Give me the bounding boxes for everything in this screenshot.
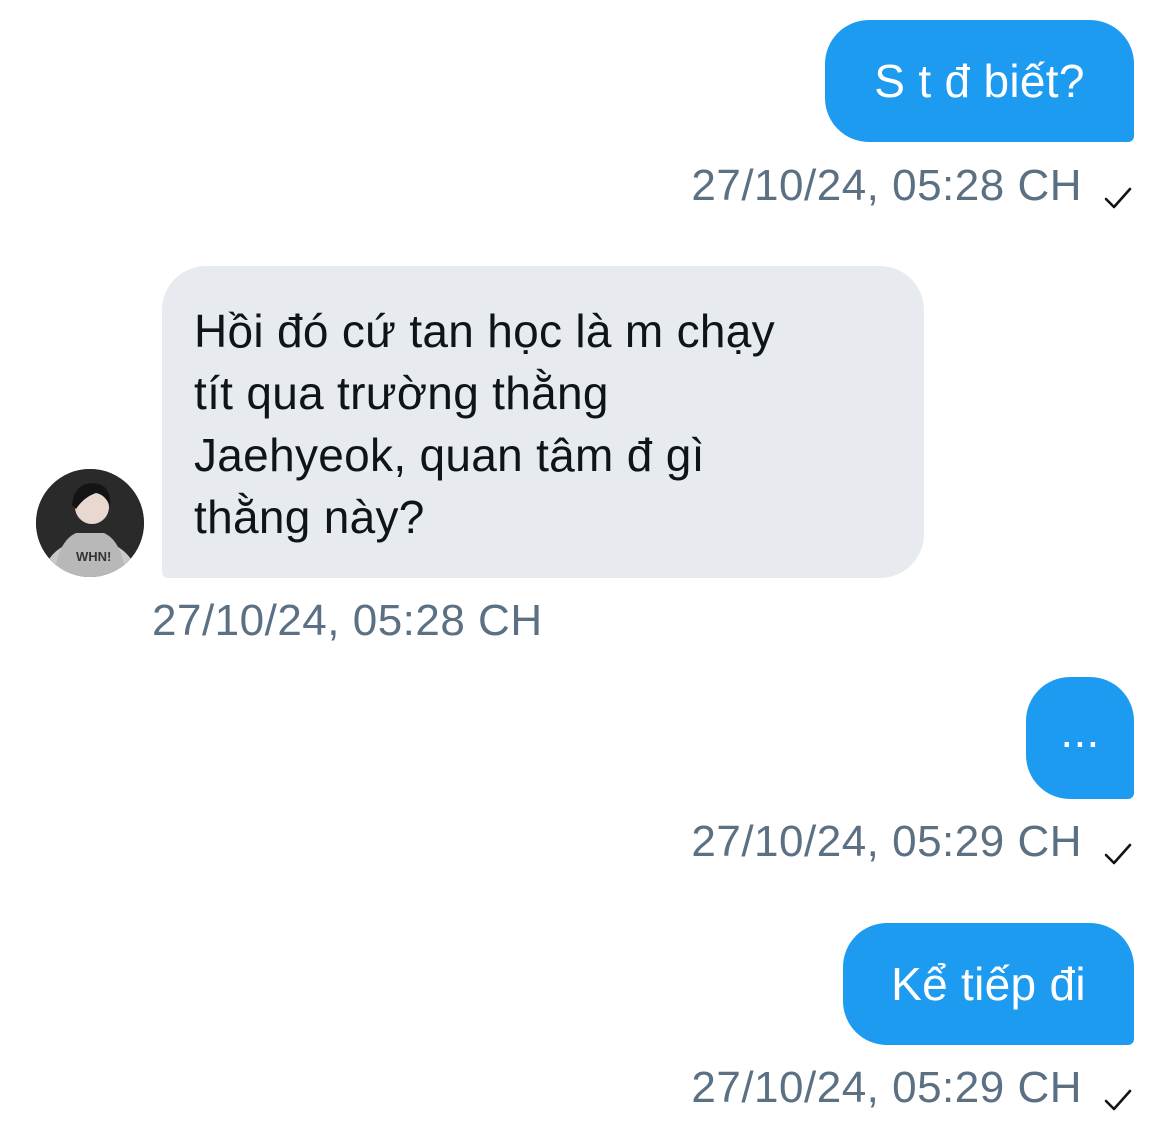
message-timestamp: 27/10/24, 05:28 CH [152, 596, 543, 645]
message-timestamp: 27/10/24, 05:29 CH [691, 1063, 1082, 1112]
message-line: Hồi đó cứ tan học là m chạy [194, 305, 775, 357]
outgoing-message-bubble[interactable]: ... [1026, 677, 1134, 799]
user-avatar-icon[interactable]: WHN! [36, 469, 144, 577]
check-icon [1102, 1076, 1134, 1111]
message-line: tít qua trường thằng [194, 367, 609, 419]
message-meta: 27/10/24, 05:29 CH [691, 1062, 1134, 1114]
message-meta: 27/10/24, 05:29 CH [691, 816, 1134, 868]
message-meta: 27/10/24, 05:28 CH [152, 595, 543, 647]
message-timestamp: 27/10/24, 05:28 CH [691, 161, 1082, 210]
message-text: S t đ biết? [874, 55, 1085, 107]
message-line: thằng này? [194, 491, 425, 543]
check-icon [1102, 830, 1134, 865]
svg-text:WHN!: WHN! [76, 549, 111, 564]
message-meta: 27/10/24, 05:28 CH [691, 160, 1134, 212]
message-text: ... [1060, 705, 1100, 757]
message-text: Kể tiếp đi [891, 958, 1086, 1010]
message-line: Jaehyeok, quan tâm đ gì [194, 429, 705, 481]
outgoing-message-bubble[interactable]: S t đ biết? [825, 20, 1134, 142]
check-icon [1102, 174, 1134, 209]
incoming-message-bubble[interactable]: Hồi đó cứ tan học là m chạy tít qua trườ… [162, 266, 924, 578]
outgoing-message-bubble[interactable]: Kể tiếp đi [843, 923, 1134, 1045]
message-timestamp: 27/10/24, 05:29 CH [691, 817, 1082, 866]
